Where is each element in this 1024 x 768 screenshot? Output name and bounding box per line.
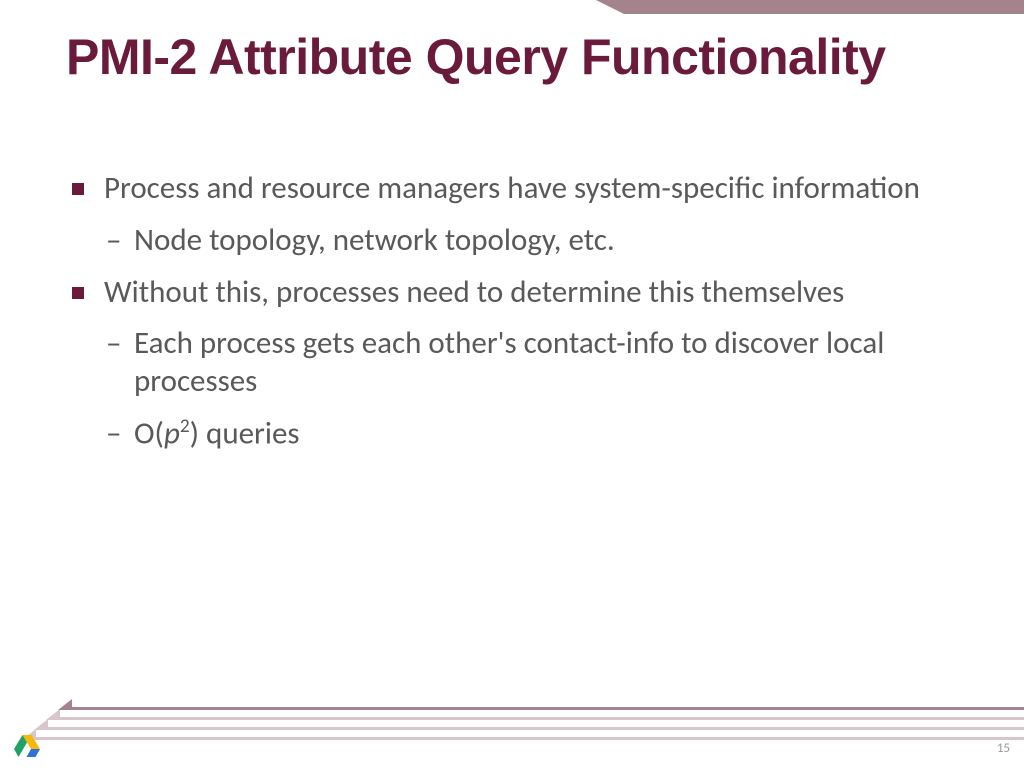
complexity-exponent: 2 (180, 415, 190, 438)
footer-stripe (72, 707, 1024, 710)
footer-decoration (0, 704, 1024, 740)
complexity-variable: p (164, 414, 180, 452)
slide-body: Process and resource managers have syste… (72, 170, 952, 467)
bullet-level1: Without this, processes need to determin… (72, 274, 952, 312)
header-accent-tab (624, 0, 1024, 14)
bullet-level1: Process and resource managers have syste… (72, 170, 952, 208)
complexity-prefix: O( (134, 414, 164, 452)
footer-stripe (60, 717, 1024, 720)
slide: PMI-2 Attribute Query Functionality Proc… (0, 0, 1024, 768)
bullet-level2: O(p2) queries (72, 415, 952, 453)
bullet-level2: Node topology, network topology, etc. (72, 222, 952, 260)
complexity-suffix: ) queries (190, 414, 300, 452)
footer-stripe (36, 737, 1024, 740)
drive-logo-icon (14, 734, 40, 758)
footer-stripe (48, 727, 1024, 730)
page-number: 15 (997, 741, 1010, 756)
slide-title: PMI-2 Attribute Query Functionality (66, 30, 966, 84)
bullet-level2: Each process gets each other's contact-i… (72, 325, 952, 401)
